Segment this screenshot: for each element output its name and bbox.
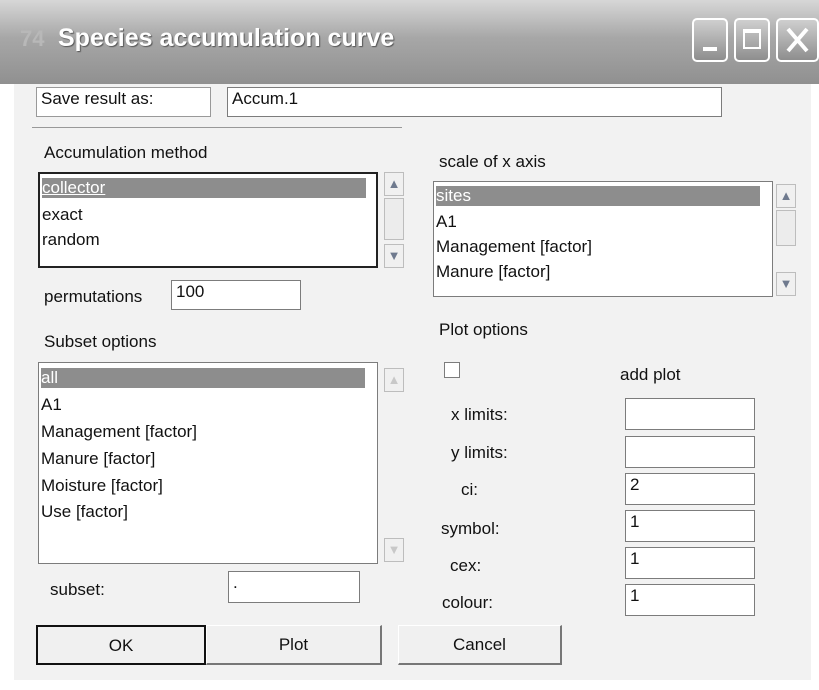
save-label: Save result as: [41, 89, 154, 108]
ok-button[interactable]: OK [36, 625, 206, 665]
dialog-window: 74 Species accumulation curve Save resul… [0, 0, 819, 690]
maximize-icon [743, 29, 761, 49]
cex-input[interactable]: 1 [625, 547, 755, 579]
save-label-box: Save result as: [36, 87, 211, 117]
app-icon: 74 [20, 26, 45, 51]
y-limits-label: y limits: [451, 443, 508, 462]
accumulation-method-list[interactable]: collector exact random [38, 172, 378, 268]
plot-button[interactable]: Plot [206, 625, 382, 665]
ci-label: ci: [461, 480, 478, 499]
scroll-down-button[interactable]: ▼ [384, 538, 404, 562]
scroll-down-button[interactable]: ▼ [384, 244, 404, 268]
list-item[interactable]: Use [factor] [41, 502, 128, 522]
list-item[interactable]: Management [factor] [41, 422, 197, 442]
list-item[interactable]: Manure [factor] [436, 262, 550, 282]
permutations-label: permutations [44, 287, 143, 306]
subset-input[interactable]: . [228, 571, 360, 603]
scrollbar-thumb[interactable] [384, 198, 404, 240]
list-item[interactable]: all [41, 368, 365, 388]
x-limits-input[interactable] [625, 398, 755, 430]
close-button[interactable] [776, 18, 819, 62]
y-limits-input[interactable] [625, 436, 755, 468]
cancel-button[interactable]: Cancel [398, 625, 562, 665]
subset-options-label: Subset options [44, 332, 157, 351]
minimize-button[interactable] [692, 18, 728, 62]
ci-input[interactable]: 2 [625, 473, 755, 505]
scroll-up-button[interactable]: ▲ [384, 368, 404, 392]
x-axis-scale-list[interactable]: sites A1 Management [factor] Manure [fac… [433, 181, 773, 297]
scroll-up-button[interactable]: ▲ [776, 184, 796, 208]
list-item[interactable]: exact [42, 205, 83, 225]
dialog-body: Save result as: Accum.1 Accumulation met… [14, 84, 811, 680]
minimize-icon [703, 47, 717, 51]
x-limits-label: x limits: [451, 405, 508, 424]
save-name-input[interactable]: Accum.1 [227, 87, 722, 117]
colour-input[interactable]: 1 [625, 584, 755, 616]
list-item[interactable]: Manure [factor] [41, 449, 155, 469]
maximize-button[interactable] [734, 18, 770, 62]
list-item[interactable]: collector [42, 178, 366, 198]
list-item[interactable]: A1 [41, 395, 62, 415]
window-title: Species accumulation curve [58, 24, 395, 52]
scrollbar-thumb[interactable] [776, 210, 796, 246]
add-plot-checkbox[interactable] [444, 362, 460, 378]
list-item[interactable]: Management [factor] [436, 237, 592, 257]
colour-label: colour: [442, 593, 494, 612]
add-plot-label: add plot [620, 365, 681, 384]
scroll-down-button[interactable]: ▼ [776, 272, 796, 296]
divider [32, 127, 402, 128]
close-icon [786, 27, 809, 53]
list-item[interactable]: sites [436, 186, 760, 206]
list-item[interactable]: random [42, 230, 100, 250]
list-item[interactable]: A1 [436, 212, 457, 232]
subset-options-list[interactable]: all A1 Management [factor] Manure [facto… [38, 362, 378, 564]
x-axis-scale-label: scale of x axis [439, 152, 546, 171]
scroll-up-button[interactable]: ▲ [384, 172, 404, 196]
subset-label: subset: [50, 580, 105, 599]
permutations-input[interactable]: 100 [171, 280, 301, 310]
list-item[interactable]: Moisture [factor] [41, 476, 163, 496]
title-bar[interactable]: 74 Species accumulation curve [0, 0, 819, 84]
accumulation-method-label: Accumulation method [44, 143, 208, 162]
symbol-label: symbol: [441, 519, 500, 538]
cex-label: cex: [450, 556, 482, 575]
plot-options-label: Plot options [439, 320, 528, 339]
symbol-input[interactable]: 1 [625, 510, 755, 542]
